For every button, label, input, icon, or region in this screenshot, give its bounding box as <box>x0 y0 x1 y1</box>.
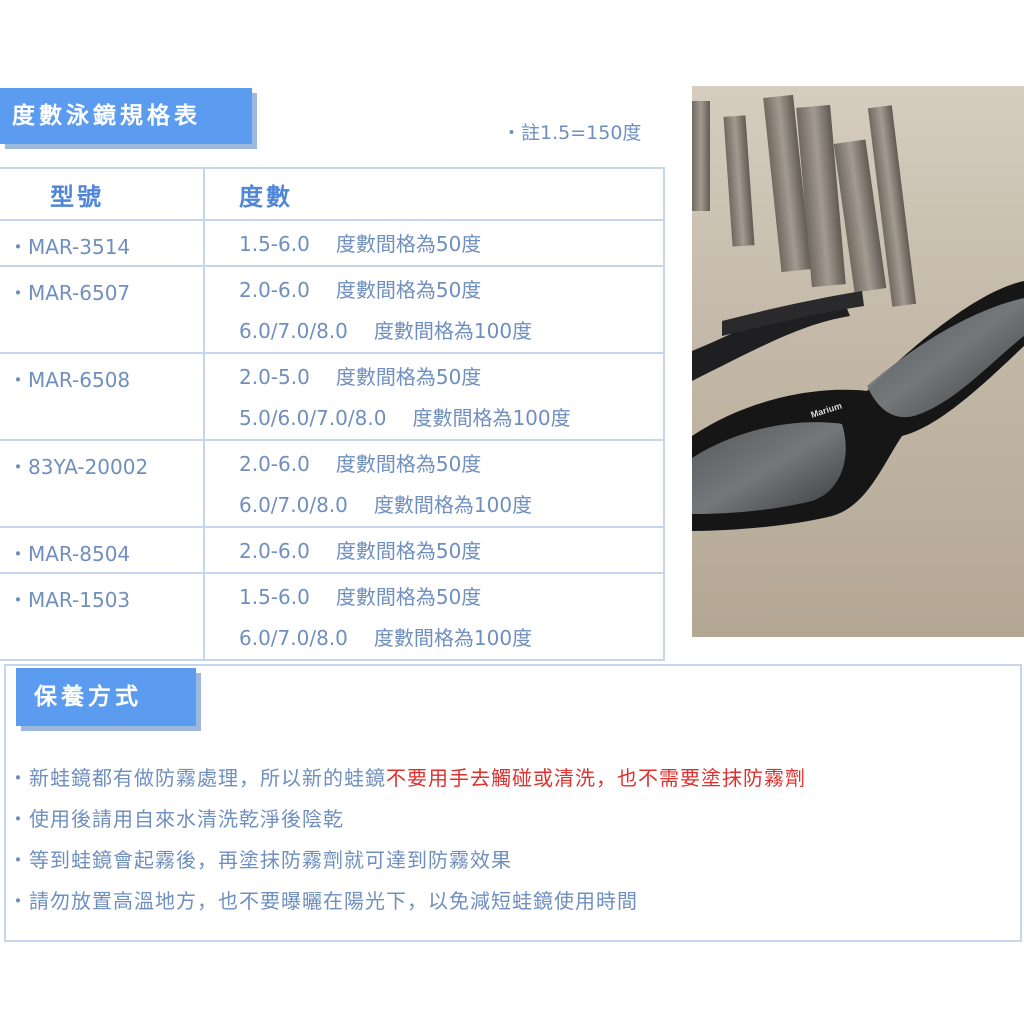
power-line: 2.0-6.0 度數間格為50度 <box>239 278 482 302</box>
model-cell: ・MAR-8504 <box>0 526 204 573</box>
power-line: 2.0-5.0 度數間格為50度 <box>239 365 482 389</box>
header-power: 度數 <box>203 167 664 220</box>
table-row: ・83YA-20002 2.0-6.0 度數間格為50度 6.0/7.0/8.0 度… <box>0 439 664 527</box>
spec-note: ・註1.5=150度 <box>502 122 642 144</box>
table-row: ・MAR-6507 2.0-6.0 度數間格為50度 6.0/7.0/8.0 度數間… <box>0 265 664 353</box>
list-item: ・使用後請用自來水清洗乾淨後陰乾 <box>8 807 344 831</box>
model-cell: ・MAR-1503 <box>0 572 204 660</box>
model-cell: ・MAR-6507 <box>0 265 204 353</box>
power-cell: 1.5-6.0 度數間格為50度 6.0/7.0/8.0 度數間格為100度 <box>203 572 664 660</box>
power-line: 6.0/7.0/8.0 度數間格為100度 <box>239 626 533 650</box>
table-row: ・MAR-1503 1.5-6.0 度數間格為50度 6.0/7.0/8.0 度數間… <box>0 572 664 660</box>
power-cell: 2.0-6.0 度數間格為50度 6.0/7.0/8.0 度數間格為100度 <box>203 439 664 527</box>
care-section-title: 保養方式 <box>16 668 196 726</box>
power-cell: 2.0-5.0 度數間格為50度 5.0/6.0/7.0/8.0 度數間格為100度 <box>203 352 664 440</box>
care-list: ・新蛙鏡都有做防霧處理，所以新的蛙鏡不要用手去觸碰或清洗，也不需要塗抹防霧劑 ・… <box>8 758 806 922</box>
power-line: 1.5-6.0 度數間格為50度 <box>239 232 482 256</box>
power-line: 6.0/7.0/8.0 度數間格為100度 <box>239 493 533 517</box>
table-row: ・MAR-8504 2.0-6.0 度數間格為50度 <box>0 526 664 573</box>
table-row: ・MAR-6508 2.0-5.0 度數間格為50度 5.0/6.0/7.0/8.… <box>0 352 664 440</box>
spec-table: 型號 度數 ・MAR-3514 1.5-6.0 度數間格為50度 ・MAR-650… <box>0 167 665 661</box>
model-cell: ・MAR-6508 <box>0 352 204 440</box>
power-cell: 2.0-6.0 度數間格為50度 6.0/7.0/8.0 度數間格為100度 <box>203 265 664 353</box>
power-line: 2.0-6.0 度數間格為50度 <box>239 452 482 476</box>
goggles-illustration: Marium <box>692 86 1024 637</box>
model-cell: ・MAR-3514 <box>0 219 204 266</box>
goggles-photo: Marium <box>692 86 1024 637</box>
list-item: ・等到蛙鏡會起霧後，再塗抹防霧劑就可達到防霧效果 <box>8 848 512 872</box>
header-model: 型號 <box>0 167 204 220</box>
table-row: ・MAR-3514 1.5-6.0 度數間格為50度 <box>0 219 664 266</box>
warning-text: 不要用手去觸碰或清洗，也不需要塗抹防霧劑 <box>386 766 806 790</box>
power-line: 5.0/6.0/7.0/8.0 度數間格為100度 <box>239 406 571 430</box>
power-cell: 2.0-6.0 度數間格為50度 <box>203 526 664 573</box>
power-line: 1.5-6.0 度數間格為50度 <box>239 585 482 609</box>
spec-table-header: 型號 度數 <box>0 167 664 220</box>
list-item: ・新蛙鏡都有做防霧處理，所以新的蛙鏡不要用手去觸碰或清洗，也不需要塗抹防霧劑 <box>8 766 806 790</box>
power-line: 6.0/7.0/8.0 度數間格為100度 <box>239 319 533 343</box>
spec-section-title: 度數泳鏡規格表 <box>0 88 252 144</box>
list-item: ・請勿放置高溫地方，也不要曝曬在陽光下，以免減短蛙鏡使用時間 <box>8 889 638 913</box>
power-line: 2.0-6.0 度數間格為50度 <box>239 539 482 563</box>
power-cell: 1.5-6.0 度數間格為50度 <box>203 219 664 266</box>
model-cell: ・83YA-20002 <box>0 439 204 527</box>
